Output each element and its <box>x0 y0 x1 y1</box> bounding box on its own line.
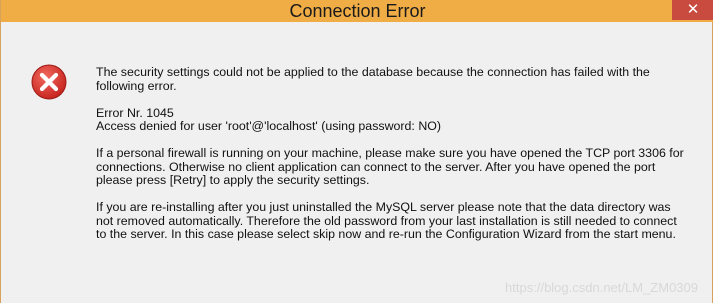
close-button[interactable]: ✕ <box>672 0 713 20</box>
error-number: Error Nr. 1045 <box>96 105 174 120</box>
watermark: https://blog.csdn.net/LM_ZM0309 <box>505 280 698 295</box>
error-description: Access denied for user 'root'@'localhost… <box>96 119 442 133</box>
message-paragraph-reinstall: If you are re-installing after you just … <box>96 200 677 241</box>
message-paragraph-intro: The security settings could not be appli… <box>96 65 650 93</box>
dialog-title: Connection Error <box>289 1 426 21</box>
close-icon: ✕ <box>686 1 700 18</box>
message-body: The security settings could not be appli… <box>96 65 686 255</box>
message-paragraph-firewall: If a personal firewall is running on you… <box>96 146 684 187</box>
error-details: Error Nr. 1045 Access denied for user 'r… <box>96 105 686 134</box>
title-bar[interactable]: Connection Error ✕ <box>1 0 713 22</box>
error-icon <box>31 64 67 100</box>
error-dialog: Connection Error ✕ The security settings… <box>0 0 713 303</box>
